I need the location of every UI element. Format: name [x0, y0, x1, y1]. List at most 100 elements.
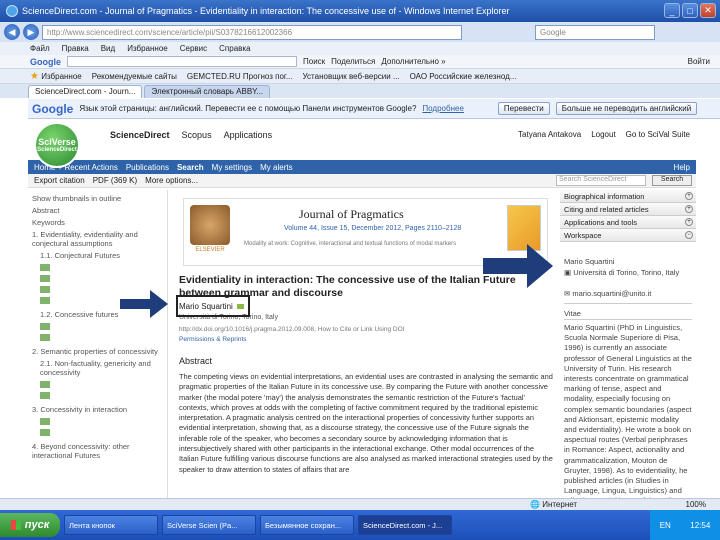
nav-publications[interactable]: Publications [126, 163, 169, 172]
toolbar-more[interactable]: Дополнительно » [381, 57, 445, 66]
outline-item[interactable]: Keywords [32, 218, 163, 227]
translate-more-link[interactable]: Подробнее [422, 104, 464, 113]
outline-item[interactable]: 4. Beyond concessivity: other interactio… [32, 442, 163, 460]
system-tray: EN 12:54 [650, 510, 720, 540]
favorites-item[interactable]: Рекомендуемые сайты [92, 72, 177, 81]
language-indicator[interactable]: EN [660, 521, 671, 530]
browser-tab[interactable]: ScienceDirect.com - Journ... [28, 85, 143, 98]
menu-help[interactable]: Справка [219, 44, 250, 53]
address-row: ◀ ▶ http://www.sciencedirect.com/science… [0, 22, 720, 42]
ie-icon [6, 5, 18, 17]
address-bar[interactable]: http://www.sciencedirect.com/science/art… [42, 24, 462, 40]
start-button[interactable]: пуск [0, 513, 60, 537]
close-button[interactable]: ✕ [700, 3, 716, 18]
panel-workspace[interactable]: Workspace − [560, 229, 696, 242]
site-search-button[interactable]: Search [652, 175, 692, 186]
annotation-arrow [483, 244, 555, 288]
google-logo: Google [32, 101, 74, 116]
workspace-email[interactable]: ✉ mario.squartini@unito.it [564, 288, 692, 304]
workspace-body: Mario Squartini ▣ Università di Torino, … [560, 242, 696, 531]
menu-view[interactable]: Вид [101, 44, 115, 53]
windows-logo-icon [10, 520, 21, 530]
browser-search-input[interactable]: Google [535, 24, 655, 40]
google-toolbar-search[interactable] [67, 56, 297, 67]
panel-applications[interactable]: Applications and tools + [560, 216, 696, 229]
favorites-item[interactable]: ОАО Российские железнод... [410, 72, 517, 81]
site-search-input[interactable]: Search ScienceDirect [556, 175, 646, 186]
never-translate-button[interactable]: Больше не переводить английский [555, 102, 698, 115]
more-options-button[interactable]: More options... [145, 176, 198, 185]
taskbar-item[interactable]: SciVerse Scien (Pa... [162, 515, 256, 535]
vitae-heading: Vitae [564, 308, 692, 320]
forward-button[interactable]: ▶ [23, 24, 39, 40]
nav-alerts[interactable]: My alerts [260, 163, 292, 172]
nav-settings[interactable]: My settings [212, 163, 252, 172]
back-button[interactable]: ◀ [4, 24, 20, 40]
show-thumbnails-checkbox[interactable]: Show thumbnails in outline [32, 194, 163, 203]
nav-search[interactable]: Search [177, 163, 204, 172]
user-links: Tatyana Antakova Logout Go to SciVal Sui… [518, 130, 690, 139]
page-content: SciVerse ScienceDirect ScienceDirect Sco… [28, 120, 696, 526]
expand-icon[interactable]: + [685, 218, 693, 226]
menu-file[interactable]: Файл [30, 44, 50, 53]
author-highlight-box [148, 295, 250, 317]
outline-item[interactable]: 1. Evidentiality, evidentiality and conj… [32, 230, 163, 248]
taskbar-item[interactable]: ScienceDirect.com - J... [358, 515, 452, 535]
tab-applications[interactable]: Applications [224, 130, 273, 140]
workspace-affiliation: ▣ Università di Torino, Torino, Italy [564, 268, 680, 277]
zoom-level[interactable]: 100% [686, 500, 706, 509]
author-bio: Mario Squartini (PhD in Linguistics, Scu… [564, 323, 692, 526]
outline-item[interactable]: Abstract [32, 206, 163, 215]
minimize-button[interactable]: _ [664, 3, 680, 18]
outline-item[interactable]: 2.1. Non-factuality, genericity and conc… [32, 359, 163, 377]
expand-icon[interactable]: + [685, 205, 693, 213]
logout-link[interactable]: Logout [591, 130, 615, 139]
outline-thumbs [32, 380, 163, 402]
abstract-heading: Abstract [179, 356, 213, 366]
google-toolbar: Google Поиск Поделиться Дополнительно » … [0, 55, 720, 69]
tab-scopus[interactable]: Scopus [182, 130, 212, 140]
doi-link[interactable]: http://dx.doi.org/10.1016/j.pragma.2012.… [179, 326, 404, 333]
outline-thumbs [32, 417, 163, 439]
panel-biographical[interactable]: Biographical information + [560, 190, 696, 203]
toolbar-signin[interactable]: Войти [688, 57, 710, 66]
site-header: SciVerse ScienceDirect ScienceDirect Sco… [28, 120, 696, 168]
taskbar-item[interactable]: Лента кнопок [64, 515, 158, 535]
permissions-link[interactable]: Permissions & Reprints [179, 336, 247, 343]
menu-favorites[interactable]: Избранное [127, 44, 168, 53]
outline-item[interactable]: 2. Semantic properties of concessivity [32, 347, 163, 356]
help-link[interactable]: Help [674, 163, 690, 172]
user-name[interactable]: Tatyana Antakova [518, 130, 581, 139]
favorites-item[interactable]: GEMCTED.RU Прогноз пог... [187, 72, 293, 81]
journal-volume[interactable]: Volume 44, Issue 15, December 2012, Page… [284, 225, 461, 232]
taskbar-item[interactable]: Безымянное сохран... [260, 515, 354, 535]
browser-tabs: ScienceDirect.com - Journ... Электронный… [0, 84, 720, 98]
export-citation-button[interactable]: Export citation [34, 176, 85, 185]
favorites-item[interactable]: ★ Избранное [30, 71, 82, 82]
toolbar-share[interactable]: Поделиться [331, 57, 375, 66]
site-nav: Home + Recent Actions Publications Searc… [28, 160, 696, 174]
maximize-button[interactable]: □ [682, 3, 698, 18]
star-icon: ★ [30, 70, 39, 82]
panel-citing[interactable]: Citing and related articles + [560, 203, 696, 216]
outline-item[interactable]: 3. Concessivity in interaction [32, 405, 163, 414]
pdf-button[interactable]: PDF (369 K) [93, 176, 137, 185]
window-titlebar: ScienceDirect.com - Journal of Pragmatic… [0, 0, 720, 22]
menu-tools[interactable]: Сервис [180, 44, 207, 53]
building-icon: ▣ [564, 268, 572, 277]
expand-icon[interactable]: + [685, 192, 693, 200]
abstract-text: The competing views on evidential interp… [179, 372, 553, 474]
collapse-icon[interactable]: − [685, 231, 693, 239]
scival-link[interactable]: Go to SciVal Suite [626, 130, 690, 139]
journal-title[interactable]: Journal of Pragmatics [299, 207, 404, 222]
favorites-item[interactable]: Установщик веб-версии ... [303, 72, 400, 81]
sciverse-logo[interactable]: SciVerse ScienceDirect [34, 122, 80, 168]
clock[interactable]: 12:54 [690, 521, 710, 530]
menu-edit[interactable]: Правка [62, 44, 89, 53]
translate-button[interactable]: Перевести [497, 102, 550, 115]
tab-sciencedirect[interactable]: ScienceDirect [110, 130, 170, 140]
toolbar-search[interactable]: Поиск [303, 57, 325, 66]
article-toolbar: Export citation PDF (369 K) More options… [28, 174, 696, 188]
browser-tab[interactable]: Электронный словарь ABBY... [144, 85, 271, 98]
outline-item[interactable]: 1.1. Conjectural Futures [32, 251, 163, 260]
